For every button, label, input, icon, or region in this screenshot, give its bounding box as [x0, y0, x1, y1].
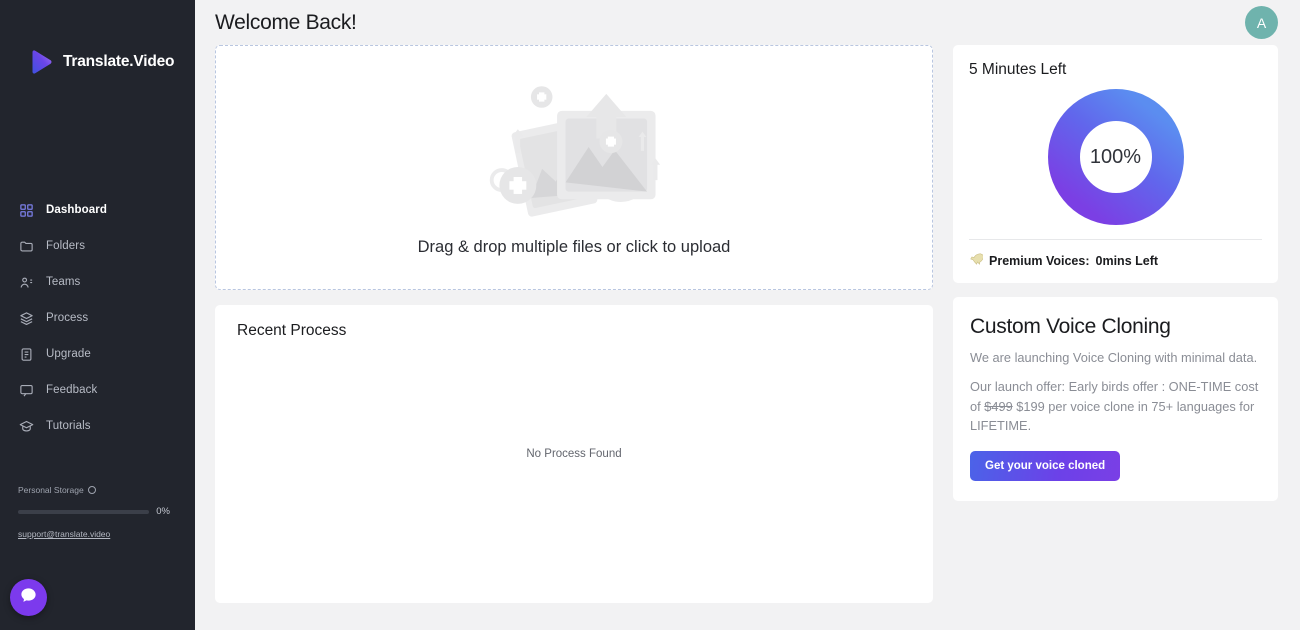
avatar[interactable]: A	[1245, 6, 1278, 39]
sidebar-item-label: Tutorials	[46, 420, 91, 432]
sidebar-item-label: Upgrade	[46, 348, 91, 360]
sidebar-item-label: Folders	[46, 240, 86, 252]
logo-text: Translate.Video	[63, 53, 175, 70]
chat-square-icon	[18, 382, 35, 399]
app-root: Translate.Video Dashboard Folders Teams …	[0, 0, 1300, 630]
recent-process-empty-state: No Process Found	[526, 448, 622, 460]
content-columns: Drag & drop multiple files or click to u…	[215, 45, 1278, 603]
voice-cloning-paragraph-2: Our launch offer: Early birds offer : ON…	[970, 377, 1261, 436]
offer-text-post: $199 per voice clone in 75+ languages fo…	[970, 398, 1255, 434]
sidebar-nav: Dashboard Folders Teams Process Upgrade …	[0, 192, 195, 444]
voice-cloning-paragraph-1: We are launching Voice Cloning with mini…	[970, 350, 1258, 365]
personal-storage-label: Personal Storage	[18, 485, 84, 495]
sidebar-item-label: Feedback	[46, 384, 98, 396]
sidebar-item-label: Teams	[46, 276, 81, 288]
get-your-voice-cloned-button[interactable]: Get your voice cloned	[970, 451, 1121, 482]
premium-voices-row: Premium Voices: 0mins Left	[969, 252, 1262, 269]
grid-icon	[18, 202, 35, 219]
app-logo[interactable]: Translate.Video	[0, 0, 195, 88]
sidebar-item-label: Dashboard	[46, 204, 107, 216]
sidebar-item-label: Process	[46, 312, 89, 324]
storage-percent-label: 0%	[156, 506, 170, 517]
rocket-icon	[969, 252, 984, 269]
voice-cloning-title: Custom Voice Cloning	[970, 315, 1171, 338]
file-dropzone[interactable]: Drag & drop multiple files or click to u…	[215, 45, 933, 290]
support-email-link[interactable]: support@translate.video	[18, 529, 110, 539]
folder-icon	[18, 238, 35, 255]
minutes-left-title: 5 Minutes Left	[969, 61, 1067, 78]
premium-voices-value: 0mins Left	[1095, 253, 1159, 268]
left-column: Drag & drop multiple files or click to u…	[215, 45, 933, 603]
minutes-left-card: 5 Minutes Left 100% Premium Voices: 0min…	[953, 45, 1278, 283]
document-icon	[18, 346, 35, 363]
recent-process-card: Recent Process No Process Found	[215, 305, 933, 603]
sidebar-item-dashboard[interactable]: Dashboard	[0, 192, 195, 228]
personal-storage: Personal Storage 0%	[18, 485, 170, 517]
image-upload-illustration-icon	[474, 79, 674, 226]
chat-bubble-icon	[19, 586, 38, 610]
donut-center-label: 100%	[1089, 145, 1142, 168]
layers-icon	[18, 310, 35, 327]
users-icon	[18, 274, 35, 291]
dropzone-label: Drag & drop multiple files or click to u…	[417, 237, 731, 256]
sidebar-item-feedback[interactable]: Feedback	[0, 372, 195, 408]
offer-old-price: $499	[984, 398, 1013, 414]
play-logo-icon	[28, 49, 54, 75]
storage-meter: 0%	[18, 506, 170, 517]
sidebar: Translate.Video Dashboard Folders Teams …	[0, 0, 195, 630]
sidebar-item-process[interactable]: Process	[0, 300, 195, 336]
card-divider	[969, 239, 1262, 240]
chat-widget-button[interactable]	[10, 579, 47, 616]
sidebar-item-tutorials[interactable]: Tutorials	[0, 408, 195, 444]
main-content: Welcome Back! A Drag & drop multiple fil…	[195, 0, 1300, 630]
storage-progress-bar	[18, 509, 150, 514]
sidebar-item-upgrade[interactable]: Upgrade	[0, 336, 195, 372]
info-icon[interactable]	[87, 486, 96, 494]
minutes-donut-chart: 100%	[969, 89, 1262, 225]
premium-voices-label: Premium Voices:	[989, 253, 1090, 268]
right-column: 5 Minutes Left 100% Premium Voices: 0min…	[953, 45, 1278, 603]
sidebar-item-folders[interactable]: Folders	[0, 228, 195, 264]
topbar: Welcome Back! A	[215, 0, 1278, 45]
personal-storage-title: Personal Storage	[18, 485, 170, 495]
graduation-cap-icon	[18, 418, 35, 435]
sidebar-item-teams[interactable]: Teams	[0, 264, 195, 300]
page-title: Welcome Back!	[215, 10, 357, 34]
custom-voice-cloning-card: Custom Voice Cloning We are launching Vo…	[953, 297, 1278, 502]
